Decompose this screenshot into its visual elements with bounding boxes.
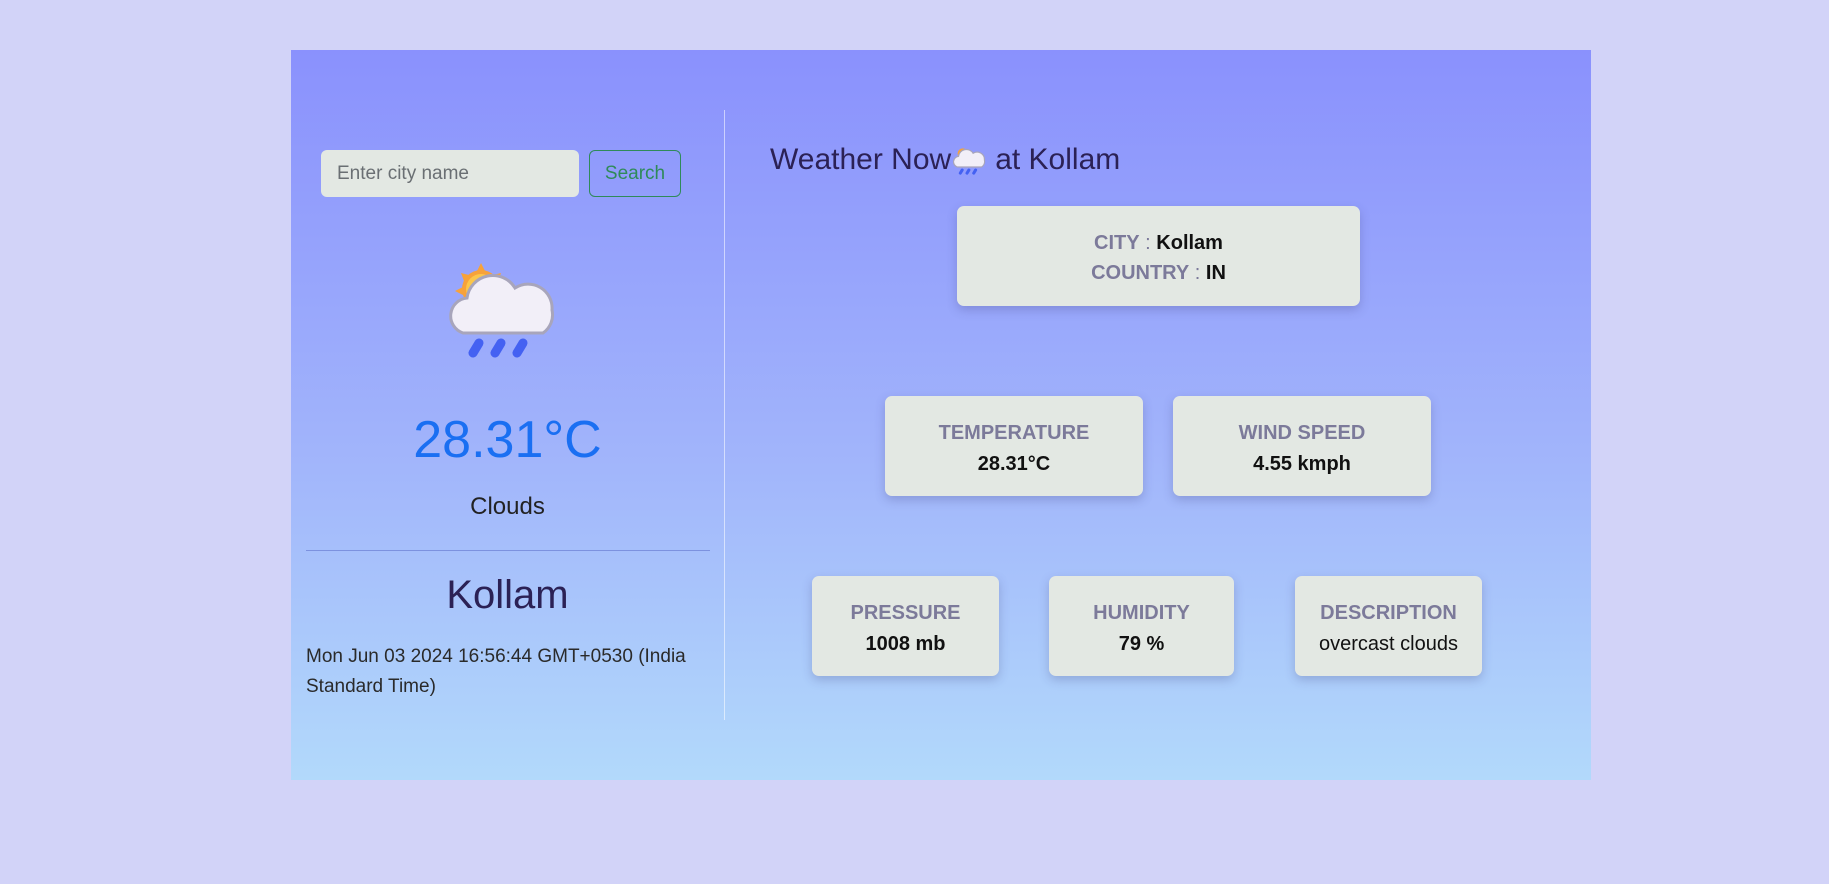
country-separator: : (1194, 262, 1201, 284)
humidity-card: HUMIDITY 79 % (1049, 576, 1234, 676)
temperature-label: TEMPERATURE (938, 422, 1090, 444)
humidity-value: 79 % (1118, 633, 1165, 655)
title-suffix: at Kollam (995, 143, 1121, 176)
description-value: overcast clouds (1319, 633, 1458, 655)
pressure-label: PRESSURE (850, 602, 961, 624)
wind-speed-value: 4.55 kmph (1253, 453, 1351, 475)
humidity-label: HUMIDITY (1093, 602, 1190, 624)
city-name: Kollam (446, 573, 569, 617)
city-label: CITY (1094, 232, 1140, 254)
pressure-card: PRESSURE 1008 mb (812, 576, 999, 676)
city-value: Kollam (1156, 232, 1223, 254)
city-row: CITY : Kollam (957, 228, 1360, 258)
country-value: IN (1205, 262, 1226, 284)
section-divider (306, 550, 710, 551)
city-search-input[interactable] (321, 150, 579, 197)
location-card: CITY : Kollam COUNTRY : IN (957, 206, 1360, 306)
wind-speed-label: WIND SPEED (1238, 422, 1366, 444)
weather-condition: Clouds (470, 493, 545, 520)
current-temperature: 28.31°C (413, 411, 602, 469)
city-separator: : (1145, 232, 1151, 254)
temperature-card: TEMPERATURE 28.31°C (885, 396, 1143, 496)
cloud-sun-rain-icon (953, 148, 986, 175)
title-prefix: Weather Now (770, 143, 952, 176)
pressure-value: 1008 mb (865, 633, 946, 655)
description-card: DESCRIPTION overcast clouds (1295, 576, 1482, 676)
wind-speed-card: WIND SPEED 4.55 kmph (1173, 396, 1431, 496)
country-label: COUNTRY (1091, 262, 1190, 284)
search-button[interactable]: Search (589, 150, 681, 197)
cloud-sun-rain-icon (449, 263, 555, 358)
weather-app: Search 28.31°C Clouds (291, 50, 1591, 780)
panel-divider (724, 110, 725, 720)
weather-now-title: Weather Now at Kollam (770, 142, 1120, 178)
current-weather-panel: Search 28.31°C Clouds (291, 50, 724, 780)
temperature-value: 28.31°C (977, 453, 1051, 475)
country-row: COUNTRY : IN (957, 258, 1360, 288)
description-label: DESCRIPTION (1320, 602, 1457, 624)
local-datetime: Mon Jun 03 2024 16:56:44 GMT+0530 (India… (306, 646, 686, 697)
